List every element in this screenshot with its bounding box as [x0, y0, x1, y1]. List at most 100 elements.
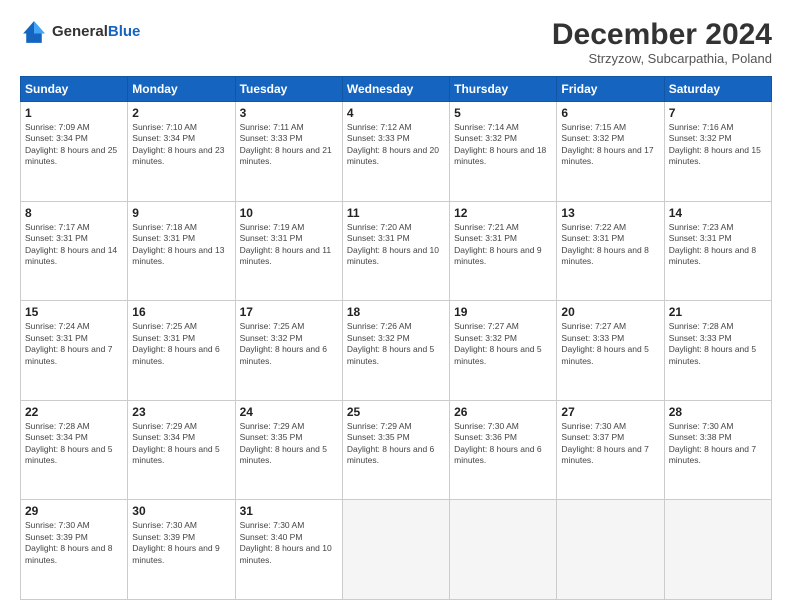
day-number: 30 [132, 504, 230, 518]
day-cell-22: 22 Sunrise: 7:28 AMSunset: 3:34 PMDaylig… [21, 400, 128, 500]
day-number: 20 [561, 305, 659, 319]
day-info: Sunrise: 7:24 AMSunset: 3:31 PMDaylight:… [25, 321, 123, 367]
day-info: Sunrise: 7:11 AMSunset: 3:33 PMDaylight:… [240, 122, 338, 168]
day-info: Sunrise: 7:20 AMSunset: 3:31 PMDaylight:… [347, 222, 445, 268]
day-number: 26 [454, 405, 552, 419]
page: GeneralBlue December 2024 Strzyzow, Subc… [0, 0, 792, 612]
day-info: Sunrise: 7:16 AMSunset: 3:32 PMDaylight:… [669, 122, 767, 168]
day-number: 29 [25, 504, 123, 518]
day-cell-27: 27 Sunrise: 7:30 AMSunset: 3:37 PMDaylig… [557, 400, 664, 500]
day-info: Sunrise: 7:27 AMSunset: 3:33 PMDaylight:… [561, 321, 659, 367]
day-cell-14: 14 Sunrise: 7:23 AMSunset: 3:31 PMDaylig… [664, 201, 771, 301]
col-tuesday: Tuesday [235, 77, 342, 102]
day-info: Sunrise: 7:09 AMSunset: 3:34 PMDaylight:… [25, 122, 123, 168]
day-number: 4 [347, 106, 445, 120]
day-info: Sunrise: 7:29 AMSunset: 3:34 PMDaylight:… [132, 421, 230, 467]
day-cell-23: 23 Sunrise: 7:29 AMSunset: 3:34 PMDaylig… [128, 400, 235, 500]
day-info: Sunrise: 7:26 AMSunset: 3:32 PMDaylight:… [347, 321, 445, 367]
col-thursday: Thursday [450, 77, 557, 102]
day-number: 12 [454, 206, 552, 220]
day-cell-4: 4 Sunrise: 7:12 AMSunset: 3:33 PMDayligh… [342, 102, 449, 202]
day-cell-13: 13 Sunrise: 7:22 AMSunset: 3:31 PMDaylig… [557, 201, 664, 301]
day-info: Sunrise: 7:14 AMSunset: 3:32 PMDaylight:… [454, 122, 552, 168]
day-info: Sunrise: 7:29 AMSunset: 3:35 PMDaylight:… [347, 421, 445, 467]
day-info: Sunrise: 7:28 AMSunset: 3:34 PMDaylight:… [25, 421, 123, 467]
day-info: Sunrise: 7:19 AMSunset: 3:31 PMDaylight:… [240, 222, 338, 268]
day-info: Sunrise: 7:25 AMSunset: 3:32 PMDaylight:… [240, 321, 338, 367]
col-saturday: Saturday [664, 77, 771, 102]
day-cell-9: 9 Sunrise: 7:18 AMSunset: 3:31 PMDayligh… [128, 201, 235, 301]
day-cell-5: 5 Sunrise: 7:14 AMSunset: 3:32 PMDayligh… [450, 102, 557, 202]
month-title: December 2024 [552, 18, 772, 51]
day-info: Sunrise: 7:30 AMSunset: 3:39 PMDaylight:… [132, 520, 230, 566]
day-info: Sunrise: 7:23 AMSunset: 3:31 PMDaylight:… [669, 222, 767, 268]
day-cell-15: 15 Sunrise: 7:24 AMSunset: 3:31 PMDaylig… [21, 301, 128, 401]
day-cell-26: 26 Sunrise: 7:30 AMSunset: 3:36 PMDaylig… [450, 400, 557, 500]
day-number: 2 [132, 106, 230, 120]
col-monday: Monday [128, 77, 235, 102]
day-info: Sunrise: 7:30 AMSunset: 3:36 PMDaylight:… [454, 421, 552, 467]
day-number: 8 [25, 206, 123, 220]
day-info: Sunrise: 7:30 AMSunset: 3:37 PMDaylight:… [561, 421, 659, 467]
calendar-row-4: 22 Sunrise: 7:28 AMSunset: 3:34 PMDaylig… [21, 400, 772, 500]
empty-cell [450, 500, 557, 600]
day-number: 25 [347, 405, 445, 419]
empty-cell [557, 500, 664, 600]
day-cell-21: 21 Sunrise: 7:28 AMSunset: 3:33 PMDaylig… [664, 301, 771, 401]
logo-text: GeneralBlue [52, 24, 140, 41]
day-number: 23 [132, 405, 230, 419]
day-cell-6: 6 Sunrise: 7:15 AMSunset: 3:32 PMDayligh… [557, 102, 664, 202]
day-number: 10 [240, 206, 338, 220]
day-info: Sunrise: 7:10 AMSunset: 3:34 PMDaylight:… [132, 122, 230, 168]
day-info: Sunrise: 7:17 AMSunset: 3:31 PMDaylight:… [25, 222, 123, 268]
calendar-row-2: 8 Sunrise: 7:17 AMSunset: 3:31 PMDayligh… [21, 201, 772, 301]
logo-general: General [52, 23, 108, 40]
calendar-row-5: 29 Sunrise: 7:30 AMSunset: 3:39 PMDaylig… [21, 500, 772, 600]
col-wednesday: Wednesday [342, 77, 449, 102]
day-info: Sunrise: 7:15 AMSunset: 3:32 PMDaylight:… [561, 122, 659, 168]
logo-blue: Blue [108, 23, 141, 40]
day-number: 15 [25, 305, 123, 319]
day-number: 9 [132, 206, 230, 220]
day-cell-12: 12 Sunrise: 7:21 AMSunset: 3:31 PMDaylig… [450, 201, 557, 301]
day-cell-10: 10 Sunrise: 7:19 AMSunset: 3:31 PMDaylig… [235, 201, 342, 301]
day-cell-16: 16 Sunrise: 7:25 AMSunset: 3:31 PMDaylig… [128, 301, 235, 401]
day-cell-20: 20 Sunrise: 7:27 AMSunset: 3:33 PMDaylig… [557, 301, 664, 401]
day-cell-25: 25 Sunrise: 7:29 AMSunset: 3:35 PMDaylig… [342, 400, 449, 500]
day-cell-17: 17 Sunrise: 7:25 AMSunset: 3:32 PMDaylig… [235, 301, 342, 401]
day-info: Sunrise: 7:29 AMSunset: 3:35 PMDaylight:… [240, 421, 338, 467]
day-info: Sunrise: 7:25 AMSunset: 3:31 PMDaylight:… [132, 321, 230, 367]
calendar-table: Sunday Monday Tuesday Wednesday Thursday… [20, 76, 772, 600]
day-number: 13 [561, 206, 659, 220]
day-number: 18 [347, 305, 445, 319]
day-cell-18: 18 Sunrise: 7:26 AMSunset: 3:32 PMDaylig… [342, 301, 449, 401]
day-cell-3: 3 Sunrise: 7:11 AMSunset: 3:33 PMDayligh… [235, 102, 342, 202]
day-cell-19: 19 Sunrise: 7:27 AMSunset: 3:32 PMDaylig… [450, 301, 557, 401]
calendar-header-row: Sunday Monday Tuesday Wednesday Thursday… [21, 77, 772, 102]
day-cell-31: 31 Sunrise: 7:30 AMSunset: 3:40 PMDaylig… [235, 500, 342, 600]
calendar-row-3: 15 Sunrise: 7:24 AMSunset: 3:31 PMDaylig… [21, 301, 772, 401]
day-number: 31 [240, 504, 338, 518]
day-number: 3 [240, 106, 338, 120]
day-cell-7: 7 Sunrise: 7:16 AMSunset: 3:32 PMDayligh… [664, 102, 771, 202]
day-info: Sunrise: 7:30 AMSunset: 3:39 PMDaylight:… [25, 520, 123, 566]
day-cell-2: 2 Sunrise: 7:10 AMSunset: 3:34 PMDayligh… [128, 102, 235, 202]
day-number: 14 [669, 206, 767, 220]
subtitle: Strzyzow, Subcarpathia, Poland [552, 51, 772, 66]
empty-cell [664, 500, 771, 600]
day-cell-8: 8 Sunrise: 7:17 AMSunset: 3:31 PMDayligh… [21, 201, 128, 301]
day-number: 19 [454, 305, 552, 319]
day-info: Sunrise: 7:21 AMSunset: 3:31 PMDaylight:… [454, 222, 552, 268]
day-number: 16 [132, 305, 230, 319]
day-number: 17 [240, 305, 338, 319]
day-number: 22 [25, 405, 123, 419]
day-info: Sunrise: 7:27 AMSunset: 3:32 PMDaylight:… [454, 321, 552, 367]
header: GeneralBlue December 2024 Strzyzow, Subc… [20, 18, 772, 66]
day-number: 11 [347, 206, 445, 220]
day-cell-1: 1 Sunrise: 7:09 AMSunset: 3:34 PMDayligh… [21, 102, 128, 202]
day-number: 24 [240, 405, 338, 419]
col-sunday: Sunday [21, 77, 128, 102]
day-cell-11: 11 Sunrise: 7:20 AMSunset: 3:31 PMDaylig… [342, 201, 449, 301]
day-number: 28 [669, 405, 767, 419]
calendar-row-1: 1 Sunrise: 7:09 AMSunset: 3:34 PMDayligh… [21, 102, 772, 202]
